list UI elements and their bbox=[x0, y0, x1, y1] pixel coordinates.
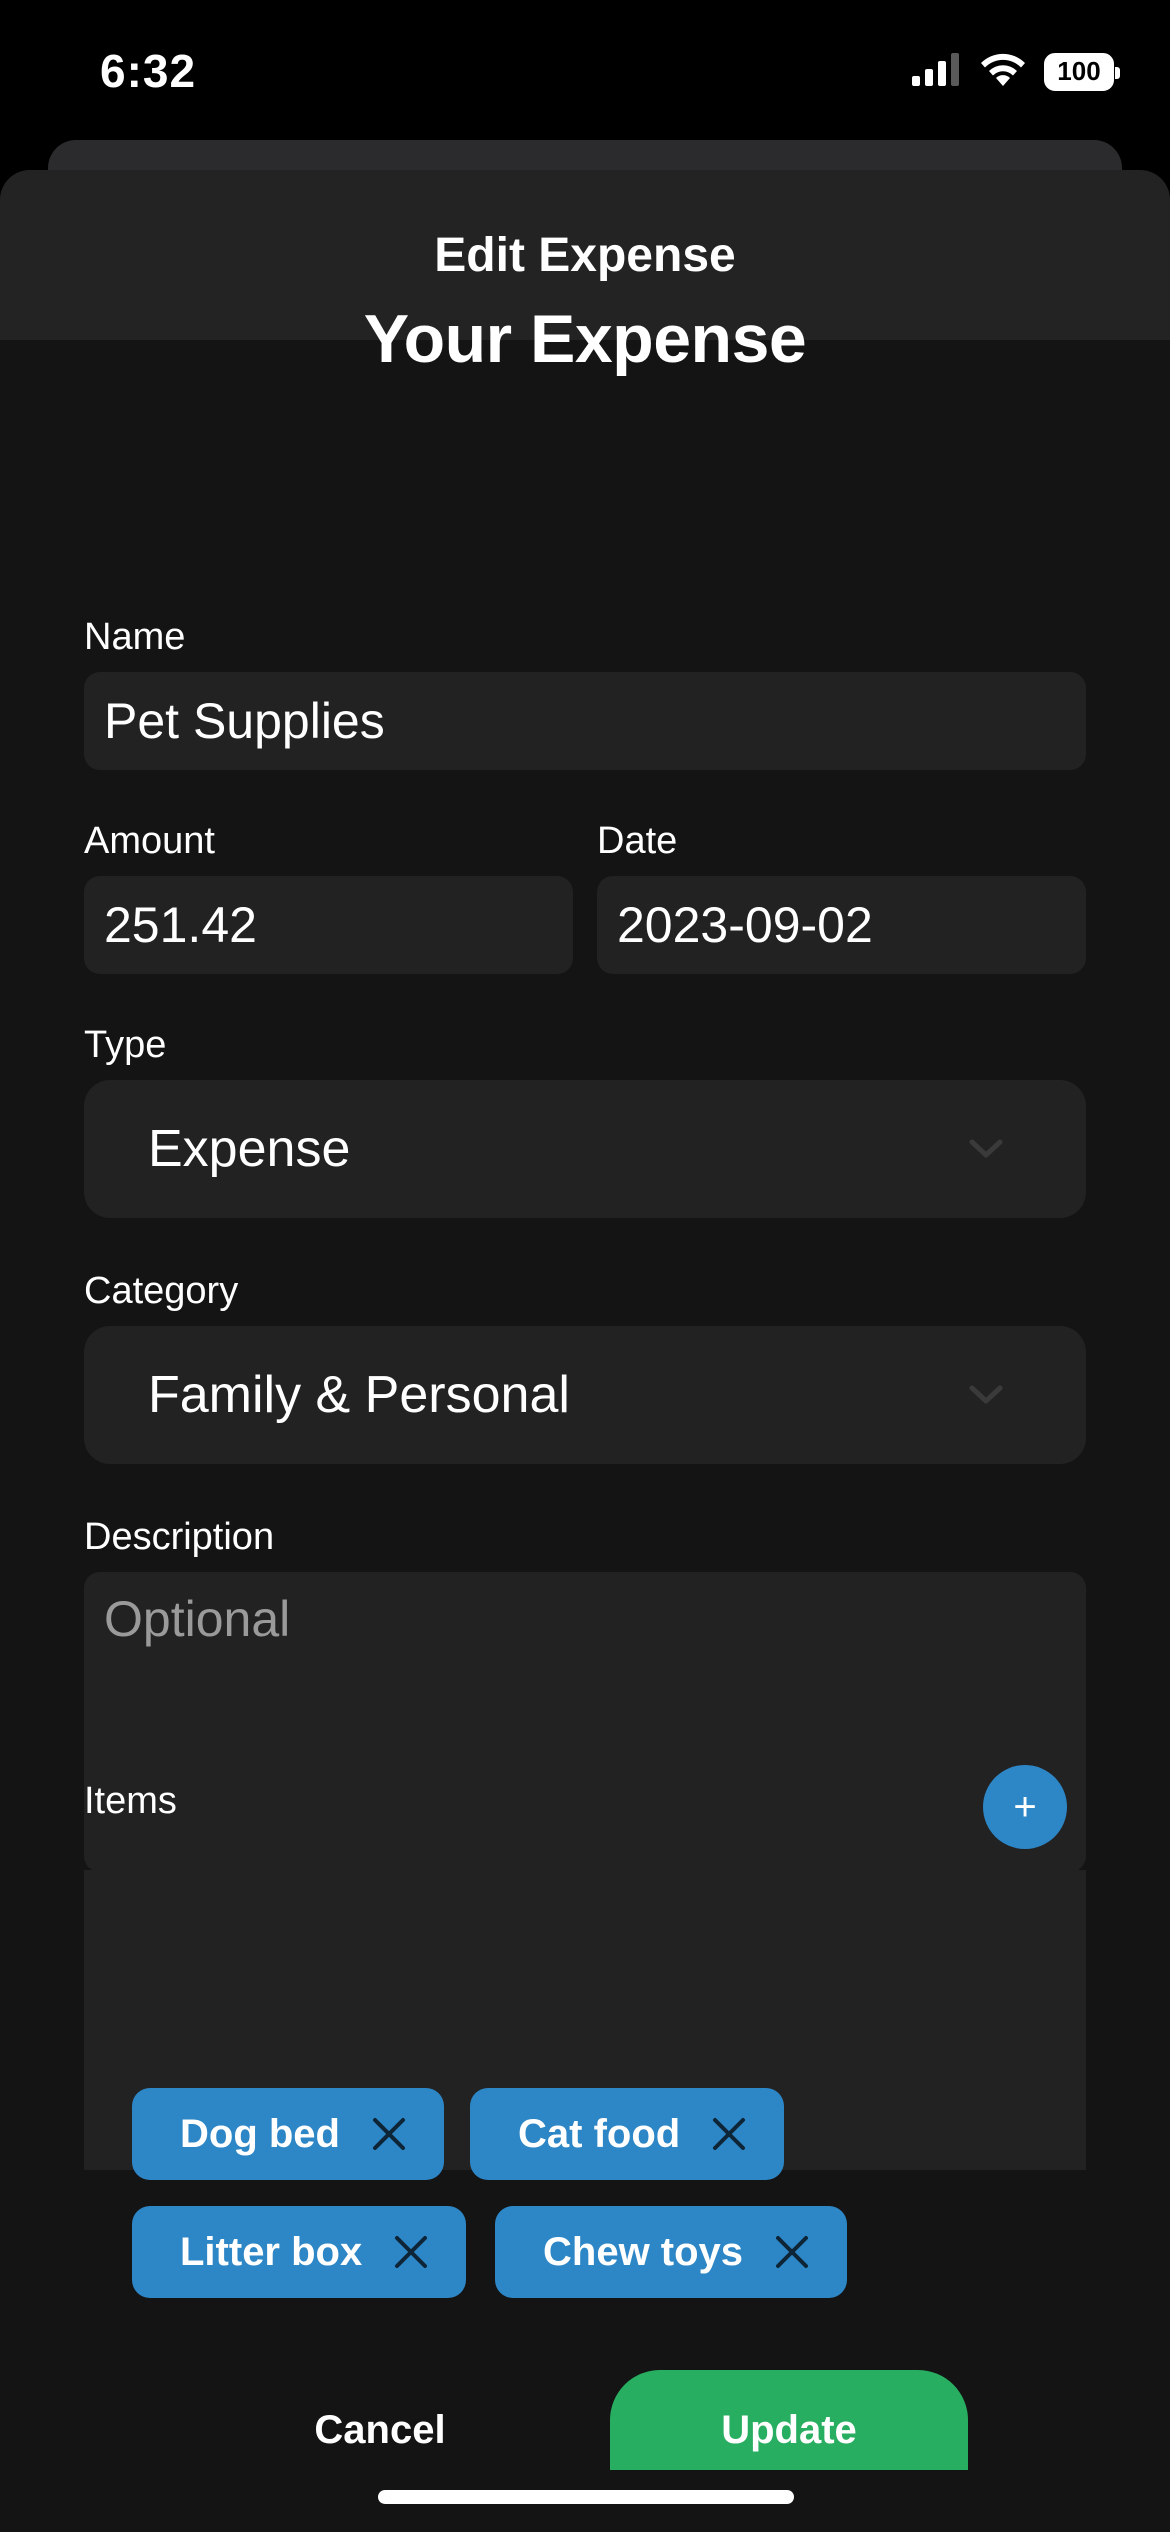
item-chip-label: Litter box bbox=[180, 2229, 363, 2274]
name-input[interactable] bbox=[84, 672, 1086, 770]
amount-label: Amount bbox=[84, 820, 215, 862]
status-bar: 6:32 100 bbox=[0, 0, 1170, 150]
sheet-title: Edit Expense bbox=[434, 228, 736, 282]
description-textarea[interactable] bbox=[84, 1572, 1086, 1872]
cancel-button[interactable]: Cancel bbox=[260, 2380, 500, 2480]
chevron-down-icon bbox=[966, 1375, 1006, 1415]
item-chip[interactable]: Litter box bbox=[132, 2206, 467, 2298]
form-heading: Your Expense bbox=[363, 301, 807, 377]
update-button[interactable]: Update bbox=[610, 2370, 968, 2470]
category-select[interactable]: Family & Personal bbox=[84, 1326, 1086, 1464]
category-label: Category bbox=[84, 1270, 239, 1312]
type-label: Type bbox=[84, 1024, 167, 1066]
battery-indicator: 100 bbox=[1044, 52, 1120, 91]
status-icons: 100 bbox=[912, 50, 1120, 93]
description-label: Description bbox=[84, 1516, 275, 1558]
item-chip[interactable]: Chew toys bbox=[495, 2206, 848, 2298]
item-chip-label: Dog bed bbox=[180, 2111, 340, 2156]
item-chip-label: Cat food bbox=[518, 2111, 681, 2156]
date-input[interactable] bbox=[597, 876, 1086, 974]
plus-icon: + bbox=[1013, 1784, 1037, 1829]
chevron-down-icon bbox=[966, 1129, 1006, 1169]
category-select-value: Family & Personal bbox=[148, 1366, 570, 1424]
status-time: 6:32 bbox=[100, 45, 197, 97]
item-chip[interactable]: Cat food bbox=[470, 2088, 785, 2180]
date-field[interactable] bbox=[597, 876, 1086, 974]
amount-field[interactable] bbox=[84, 876, 573, 974]
item-chip[interactable]: Dog bed bbox=[132, 2088, 444, 2180]
items-label: Items bbox=[84, 1780, 177, 1822]
name-field[interactable] bbox=[84, 672, 1086, 770]
wifi-icon bbox=[978, 50, 1028, 93]
close-icon[interactable] bbox=[773, 2233, 811, 2271]
name-label: Name bbox=[84, 616, 186, 658]
amount-input[interactable] bbox=[84, 876, 573, 974]
date-label: Date bbox=[597, 820, 678, 862]
close-icon[interactable] bbox=[370, 2115, 408, 2153]
close-icon[interactable] bbox=[710, 2115, 748, 2153]
type-select-value: Expense bbox=[148, 1120, 351, 1178]
close-icon[interactable] bbox=[392, 2233, 430, 2271]
type-select[interactable]: Expense bbox=[84, 1080, 1086, 1218]
description-field[interactable] bbox=[84, 1572, 1086, 1872]
update-button-label: Update bbox=[721, 2407, 857, 2452]
item-chip-label: Chew toys bbox=[543, 2229, 744, 2274]
cellular-signal-icon bbox=[912, 52, 962, 91]
add-item-button[interactable]: + bbox=[983, 1765, 1067, 1849]
home-indicator bbox=[378, 2490, 794, 2504]
